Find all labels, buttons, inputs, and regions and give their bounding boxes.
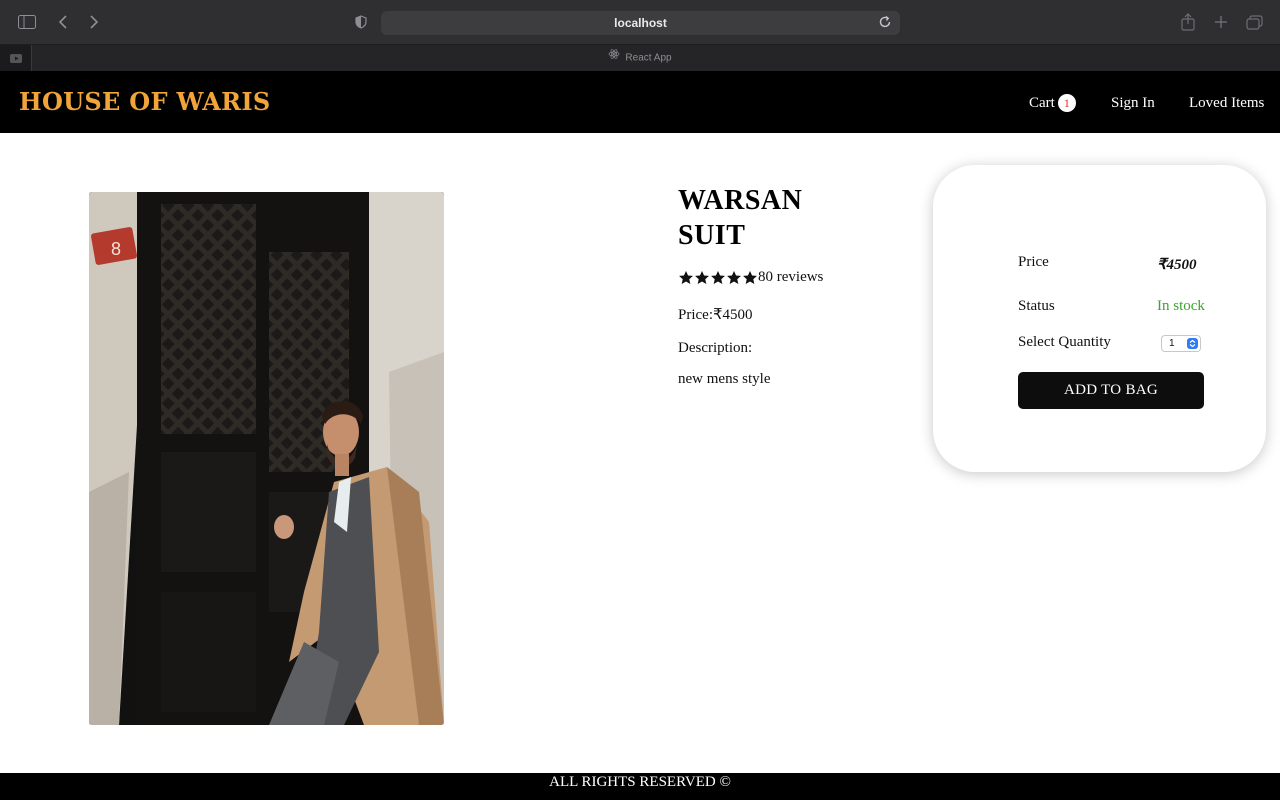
select-arrows-icon <box>1187 338 1198 349</box>
rating-stars <box>678 270 758 286</box>
price-value: ₹4500 <box>1157 257 1197 273</box>
react-icon <box>608 45 620 71</box>
star-icon <box>679 270 693 284</box>
reviews-count: 80 reviews <box>758 269 824 285</box>
star-icon <box>711 270 725 284</box>
quantity-label: Select Quantity <box>1018 334 1111 350</box>
nav-cart[interactable]: Cart 1 <box>1029 93 1076 113</box>
quantity-select[interactable]: 1 <box>1161 335 1201 352</box>
cart-count-badge: 1 <box>1057 93 1076 112</box>
browser-chrome: localhost React App <box>0 0 1280 71</box>
share-icon[interactable] <box>1178 12 1198 32</box>
star-icon <box>727 270 741 284</box>
quantity-value: 1 <box>1169 338 1175 349</box>
svg-text:8: 8 <box>111 239 121 259</box>
star-icon <box>695 270 709 284</box>
brand-logo[interactable]: HOUSE OF WARIS <box>19 87 271 117</box>
browser-toolbar: localhost <box>0 0 1280 45</box>
price-label: Price <box>1018 254 1049 270</box>
tab-overview-icon[interactable] <box>1244 12 1264 32</box>
product-description: new mens style <box>678 371 771 387</box>
star-icon <box>743 270 757 284</box>
url-text: localhost <box>614 16 667 30</box>
nav-loved-items[interactable]: Loved Items <box>1189 93 1264 113</box>
description-label: Description: <box>678 340 753 356</box>
active-tab[interactable]: React App <box>0 45 1280 71</box>
status-label: Status <box>1018 298 1055 314</box>
forward-icon[interactable] <box>84 12 104 32</box>
purchase-card: Price ₹4500 Status In stock Select Quant… <box>933 165 1266 472</box>
back-icon[interactable] <box>53 12 73 32</box>
product-image: 8 <box>89 192 444 725</box>
product-price: Price:₹4500 <box>678 307 753 323</box>
product-rating: 80 reviews <box>678 269 823 286</box>
sidebar-icon[interactable] <box>17 12 37 32</box>
reload-icon[interactable] <box>878 15 894 31</box>
site-header: HOUSE OF WARIS Cart 1 Sign In Loved Items <box>0 71 1280 133</box>
cart-label: Cart <box>1029 95 1055 111</box>
add-to-bag-button[interactable]: ADD TO BAG <box>1018 372 1204 409</box>
product-title: WARSAN SUIT <box>678 185 803 251</box>
tab-title: React App <box>625 52 672 64</box>
nav-sign-in[interactable]: Sign In <box>1111 93 1155 113</box>
address-bar[interactable]: localhost <box>381 11 900 35</box>
tab-bar: React App <box>0 45 1280 71</box>
status-value: In stock <box>1157 298 1205 314</box>
privacy-shield-icon[interactable] <box>351 12 371 32</box>
new-tab-icon[interactable] <box>1211 12 1231 32</box>
site-footer: ALL RIGHTS RESERVED © <box>0 773 1280 800</box>
